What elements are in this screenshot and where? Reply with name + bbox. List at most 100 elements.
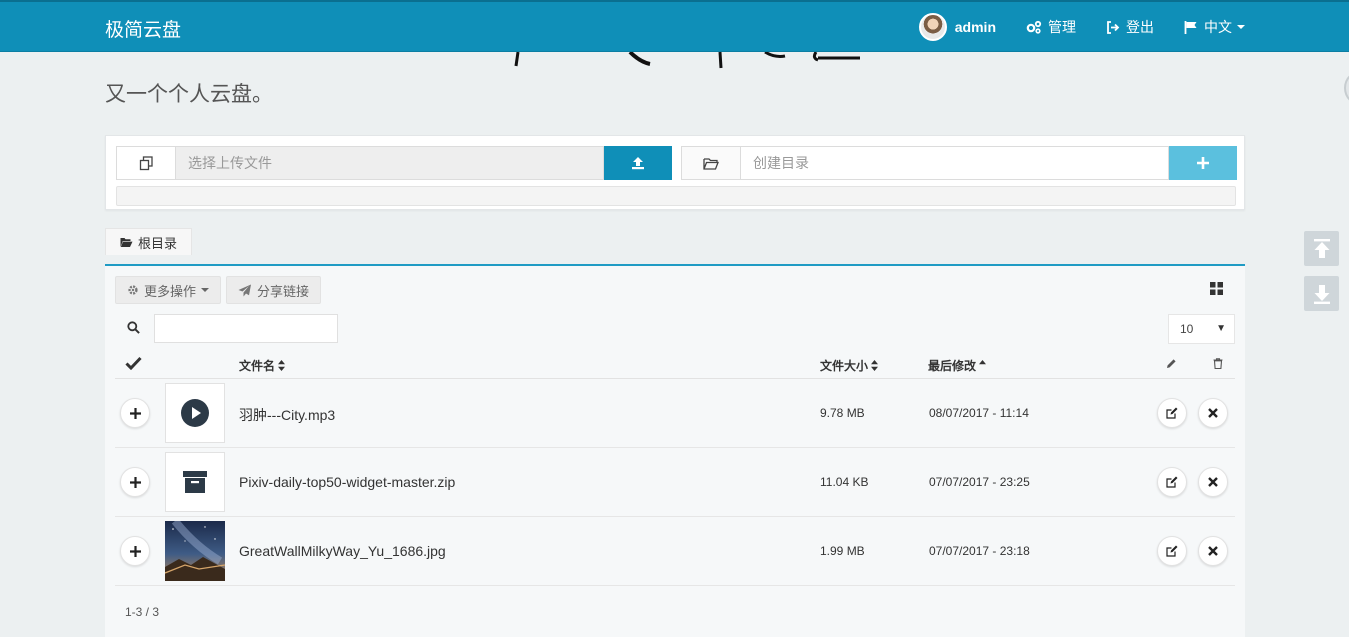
nav-right: admin 管理 登出 中文 bbox=[918, 2, 1245, 52]
more-actions-button[interactable]: 更多操作 bbox=[115, 276, 222, 304]
manage-link[interactable]: 管理 bbox=[1026, 17, 1076, 37]
search-icon bbox=[127, 321, 140, 337]
sort-icon bbox=[278, 360, 286, 371]
avatar bbox=[918, 13, 947, 41]
upload-icon bbox=[632, 157, 644, 170]
logout-label: 登出 bbox=[1126, 19, 1154, 35]
upload-panel: 选择上传文件 创建目录 bbox=[105, 135, 1245, 210]
plus-icon bbox=[129, 476, 141, 488]
file-name[interactable]: 羽肿---City.mp3 bbox=[239, 405, 335, 425]
table-header: 文件名 文件大小 最后修改 bbox=[115, 348, 1235, 379]
rename-button[interactable] bbox=[1157, 536, 1187, 566]
play-circle-icon bbox=[181, 399, 209, 427]
pencil-icon bbox=[1167, 359, 1176, 368]
arrow-to-bottom-icon bbox=[1313, 284, 1330, 304]
delete-button[interactable] bbox=[1198, 398, 1228, 428]
folder-open-icon bbox=[703, 157, 719, 170]
row-expand-button[interactable] bbox=[120, 398, 150, 428]
more-actions-label: 更多操作 bbox=[144, 283, 197, 299]
user-menu[interactable]: admin bbox=[918, 13, 996, 41]
caret-down-icon bbox=[1237, 25, 1245, 29]
caret-down-icon: ▼ bbox=[1216, 323, 1226, 334]
size-header-label: 文件大小 bbox=[820, 359, 869, 373]
gears-icon bbox=[1026, 20, 1042, 34]
upload-progress-bar bbox=[116, 186, 1236, 206]
create-dir-group: 创建目录 bbox=[681, 146, 1237, 180]
modified-header-label: 最后修改 bbox=[928, 359, 977, 373]
row-expand-button[interactable] bbox=[120, 536, 150, 566]
tagline: 又一个个人云盘。 bbox=[105, 83, 273, 106]
file-thumbnail[interactable] bbox=[165, 452, 225, 512]
share-link-button[interactable]: 分享链接 bbox=[226, 276, 322, 304]
file-thumbnail[interactable] bbox=[165, 383, 225, 443]
row-expand-button[interactable] bbox=[120, 467, 150, 497]
file-size: 11.04 KB bbox=[820, 475, 869, 489]
pagination-info: 1-3 / 3 bbox=[125, 605, 160, 619]
file-size: 9.78 MB bbox=[820, 406, 865, 420]
edit-icon bbox=[1166, 545, 1178, 557]
sort-icon bbox=[871, 360, 879, 371]
gear-icon bbox=[128, 285, 138, 295]
rename-button[interactable] bbox=[1157, 398, 1187, 428]
close-icon bbox=[1208, 477, 1218, 487]
page-size-select[interactable]: 10 ▼ bbox=[1168, 314, 1235, 344]
table-row: GreatWallMilkyWay_Yu_1686.jpg 1.99 MB 07… bbox=[115, 517, 1235, 586]
plus-icon bbox=[129, 407, 141, 419]
logout-link[interactable]: 登出 bbox=[1106, 17, 1154, 37]
file-upload-group: 选择上传文件 bbox=[116, 146, 672, 180]
logo-calligraphy bbox=[500, 52, 880, 70]
copy-icon bbox=[139, 155, 153, 170]
modified-column-header[interactable]: 最后修改 bbox=[928, 357, 987, 374]
language-label: 中文 bbox=[1204, 19, 1232, 35]
grid-view-toggle[interactable] bbox=[1210, 282, 1223, 298]
file-name[interactable]: Pixiv-daily-top50-widget-master.zip bbox=[239, 474, 455, 490]
side-widget-button[interactable] bbox=[1344, 70, 1349, 106]
paper-plane-icon bbox=[238, 284, 251, 296]
select-all-checkbox[interactable] bbox=[125, 356, 142, 370]
page-size-value: 10 bbox=[1180, 322, 1194, 336]
username: admin bbox=[954, 19, 996, 35]
table-row: Pixiv-daily-top50-widget-master.zip 11.0… bbox=[115, 448, 1235, 517]
edit-icon bbox=[1166, 476, 1178, 488]
flag-icon bbox=[1184, 20, 1197, 34]
folder-open-icon bbox=[120, 237, 133, 247]
plus-icon bbox=[1197, 157, 1209, 169]
file-modified: 08/07/2017 - 11:14 bbox=[929, 406, 1029, 420]
name-column-header[interactable]: 文件名 bbox=[239, 357, 286, 374]
image-thumbnail[interactable] bbox=[165, 521, 225, 581]
caret-down-icon bbox=[201, 288, 210, 292]
file-select-addon[interactable] bbox=[116, 146, 176, 180]
file-name[interactable]: GreatWallMilkyWay_Yu_1686.jpg bbox=[239, 543, 446, 559]
milky-way-photo bbox=[165, 521, 225, 581]
upload-button[interactable] bbox=[604, 146, 672, 180]
file-modified: 07/07/2017 - 23:18 bbox=[929, 544, 1030, 558]
manage-label: 管理 bbox=[1048, 19, 1076, 35]
brand-title[interactable]: 极简云盘 bbox=[105, 15, 181, 42]
file-size: 1.99 MB bbox=[820, 544, 865, 558]
delete-button[interactable] bbox=[1198, 467, 1228, 497]
archive-icon bbox=[183, 471, 207, 493]
create-dir-button[interactable] bbox=[1169, 146, 1237, 180]
edit-icon bbox=[1166, 407, 1178, 419]
delete-button[interactable] bbox=[1198, 536, 1228, 566]
check-icon bbox=[125, 356, 142, 370]
table-row: 羽肿---City.mp3 9.78 MB 08/07/2017 - 11:14 bbox=[115, 379, 1235, 448]
language-dropdown[interactable]: 中文 bbox=[1184, 17, 1245, 37]
scroll-top-button[interactable] bbox=[1304, 231, 1339, 266]
close-icon bbox=[1208, 546, 1218, 556]
plus-icon bbox=[129, 545, 141, 557]
scroll-bottom-button[interactable] bbox=[1304, 276, 1339, 311]
sort-asc-icon bbox=[979, 360, 987, 365]
file-upload-input[interactable]: 选择上传文件 bbox=[176, 146, 604, 180]
create-dir-input[interactable]: 创建目录 bbox=[741, 146, 1169, 180]
rename-button[interactable] bbox=[1157, 467, 1187, 497]
search-input[interactable] bbox=[154, 314, 338, 343]
sign-out-icon bbox=[1107, 20, 1120, 34]
size-column-header[interactable]: 文件大小 bbox=[820, 357, 879, 374]
close-icon bbox=[1208, 408, 1218, 418]
file-modified: 07/07/2017 - 23:25 bbox=[929, 475, 1030, 489]
share-link-label: 分享链接 bbox=[257, 283, 310, 299]
breadcrumb-root-label: 根目录 bbox=[138, 235, 178, 251]
arrow-to-top-icon bbox=[1313, 238, 1330, 258]
breadcrumb-root[interactable]: 根目录 bbox=[105, 228, 193, 255]
